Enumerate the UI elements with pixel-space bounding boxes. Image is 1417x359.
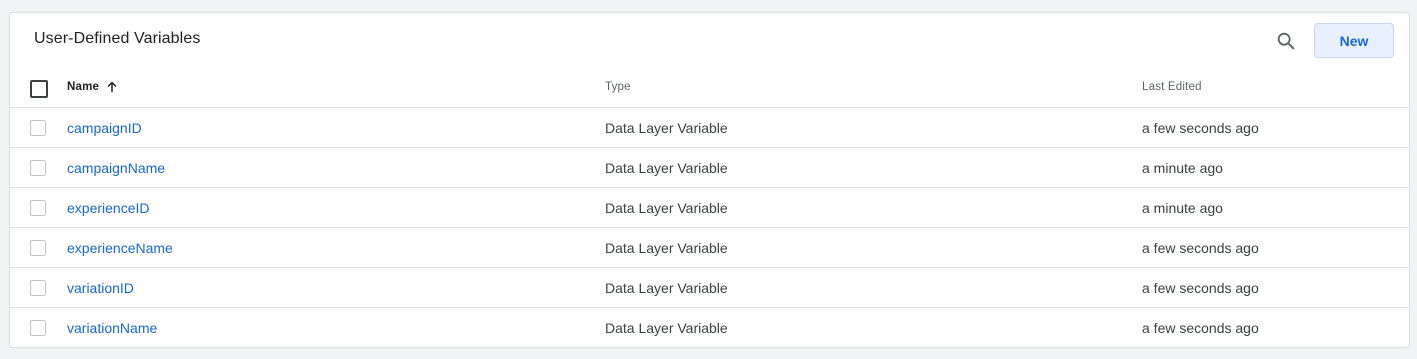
variables-table: Name Type Last Edited campaignID Data La…: [10, 67, 1409, 347]
card-title: User-Defined Variables: [34, 30, 201, 47]
row-checkbox[interactable]: [30, 280, 46, 296]
variable-last-edited: a minute ago: [1142, 199, 1223, 216]
variables-card: User-Defined Variables New Name Type Las…: [9, 12, 1410, 348]
column-header-name[interactable]: Name: [67, 67, 118, 107]
column-header-type[interactable]: Type: [605, 67, 631, 107]
variable-type: Data Layer Variable: [605, 320, 728, 336]
row-checkbox[interactable]: [30, 160, 46, 176]
variable-type: Data Layer Variable: [605, 239, 728, 256]
variable-name-link[interactable]: variationID: [67, 280, 134, 296]
variable-last-edited: a few seconds ago: [1142, 320, 1259, 336]
column-header-name-label: Name: [67, 81, 100, 93]
search-icon: [1277, 32, 1295, 50]
variable-type: Data Layer Variable: [605, 119, 728, 136]
card-header: User-Defined Variables New: [10, 13, 1409, 67]
variable-type: Data Layer Variable: [605, 279, 728, 296]
table-row: variationName Data Layer Variable a few …: [10, 308, 1409, 347]
arrow-up-icon: [106, 81, 118, 93]
table-row: campaignName Data Layer Variable a minut…: [10, 148, 1409, 188]
table-header-row: Name Type Last Edited: [10, 67, 1409, 108]
table-row: experienceName Data Layer Variable a few…: [10, 228, 1409, 268]
select-all-checkbox[interactable]: [30, 80, 48, 98]
variable-last-edited: a minute ago: [1142, 159, 1223, 176]
variable-name-link[interactable]: campaignName: [67, 160, 165, 176]
column-header-last-edited[interactable]: Last Edited: [1142, 67, 1202, 107]
variable-type: Data Layer Variable: [605, 199, 728, 216]
variable-last-edited: a few seconds ago: [1142, 119, 1259, 136]
variable-last-edited: a few seconds ago: [1142, 239, 1259, 256]
variable-type: Data Layer Variable: [605, 159, 728, 176]
variable-last-edited: a few seconds ago: [1142, 279, 1259, 296]
row-checkbox[interactable]: [30, 200, 46, 216]
table-row: campaignID Data Layer Variable a few sec…: [10, 108, 1409, 148]
variable-name-link[interactable]: variationName: [67, 320, 157, 336]
row-checkbox[interactable]: [30, 120, 46, 136]
table-row: variationID Data Layer Variable a few se…: [10, 268, 1409, 308]
search-button[interactable]: [1275, 30, 1297, 52]
row-checkbox[interactable]: [30, 240, 46, 256]
row-checkbox[interactable]: [30, 320, 46, 336]
variable-name-link[interactable]: experienceName: [67, 240, 173, 256]
variable-name-link[interactable]: experienceID: [67, 200, 150, 216]
variable-name-link[interactable]: campaignID: [67, 120, 142, 136]
new-button[interactable]: New: [1314, 23, 1394, 58]
table-row: experienceID Data Layer Variable a minut…: [10, 188, 1409, 228]
